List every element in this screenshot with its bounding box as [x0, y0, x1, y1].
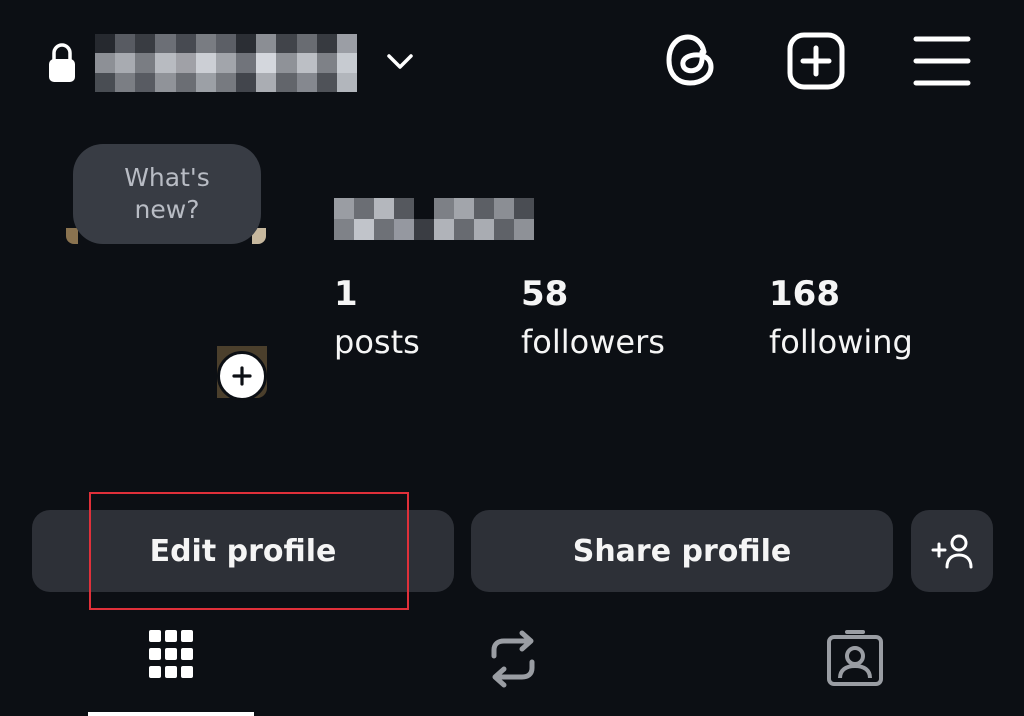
tab-reposts[interactable] [430, 620, 596, 716]
add-person-icon [931, 534, 973, 569]
profile-page: What's new? 1 posts 58 followers 168 fol… [0, 0, 1024, 716]
tagged-icon [827, 630, 883, 686]
avatar[interactable] [66, 228, 78, 244]
stat-posts[interactable]: 1 posts [334, 272, 420, 364]
share-profile-button[interactable]: Share profile [471, 510, 893, 592]
create-icon[interactable] [786, 31, 846, 91]
username-switcher-redacted[interactable] [95, 34, 357, 92]
stat-following-value: 168 [769, 274, 840, 314]
discover-people-button[interactable] [911, 510, 993, 592]
menu-icon[interactable] [912, 34, 972, 88]
chevron-down-icon[interactable] [384, 46, 416, 76]
stat-followers[interactable]: 58 followers [521, 272, 665, 364]
note-bubble[interactable]: What's new? [73, 144, 261, 244]
edit-profile-button[interactable]: Edit profile [32, 510, 454, 592]
stat-following[interactable]: 168 following [769, 272, 913, 364]
note-text: What's new? [124, 163, 210, 224]
stat-posts-label: posts [334, 323, 420, 361]
tab-posts-grid[interactable] [88, 620, 254, 716]
reposts-icon [491, 630, 535, 688]
tab-selected-indicator [88, 712, 254, 716]
stat-followers-label: followers [521, 323, 665, 361]
stat-following-label: following [769, 323, 913, 361]
tab-tagged[interactable] [772, 620, 938, 716]
display-name-redacted [334, 198, 534, 240]
stat-followers-value: 58 [521, 274, 569, 314]
threads-icon[interactable] [662, 30, 720, 90]
grid-icon [149, 630, 193, 678]
lock-icon [49, 43, 75, 82]
plus-icon [232, 366, 252, 386]
stat-posts-value: 1 [334, 274, 358, 314]
add-story-button[interactable] [217, 351, 267, 401]
